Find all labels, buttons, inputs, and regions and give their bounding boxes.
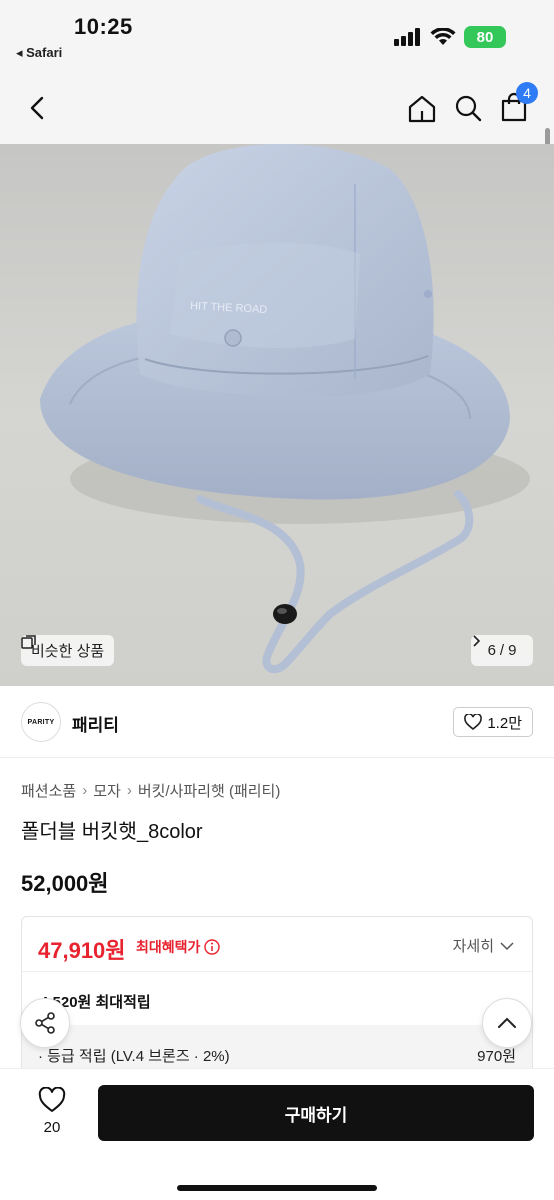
heart-icon (464, 714, 483, 730)
brand-like-button[interactable]: 1.2만 (453, 707, 533, 737)
current-image-number: 6 (487, 642, 496, 659)
max-benefit-text: 최대혜택가 (136, 939, 201, 955)
search-icon[interactable] (454, 94, 482, 122)
battery-icon: 80 (464, 26, 506, 48)
brand-like-count: 1.2만 (487, 714, 522, 732)
similar-products-label: 비슷한 상품 (31, 643, 105, 660)
wifi-icon (430, 28, 456, 45)
home-icon[interactable] (407, 94, 437, 124)
benefit-box: 47,910원 최대혜택가 자세히 4,520원 최대적립 · 등급 적립 (L… (21, 916, 533, 1076)
breadcrumb-item[interactable]: 버킷/사파리햇 (패리티) (138, 780, 281, 801)
heart-icon (38, 1087, 66, 1112)
breadcrumb: 패션소품 › 모자 › 버킷/사파리햇 (패리티) (21, 780, 280, 801)
divider (22, 971, 532, 972)
total-image-number: 9 (508, 642, 517, 659)
chevron-right-icon: › (82, 782, 88, 799)
buy-button[interactable]: 구매하기 (98, 1085, 534, 1141)
detail-label: 자세히 (452, 938, 494, 955)
breadcrumb-item[interactable]: 패션소품 (21, 780, 76, 801)
product-image-gallery[interactable]: HIT THE ROAD 비슷한 상품 6 / 9 (0, 144, 554, 686)
home-indicator (177, 1185, 377, 1191)
chevron-up-icon (498, 1017, 516, 1028)
brand-logo[interactable]: PARITY (21, 702, 61, 742)
max-benefit-label[interactable]: 최대혜택가 (136, 937, 221, 957)
back-arrow-icon[interactable] (24, 94, 52, 122)
chevron-down-icon (500, 941, 514, 950)
brand-row[interactable]: PARITY 패리티 1.2만 (0, 686, 554, 758)
back-to-safari-link[interactable]: ◂ Safari (16, 45, 62, 61)
benefit-detail-toggle[interactable]: 자세히 (453, 935, 514, 956)
cart-button[interactable]: 4 (500, 82, 538, 127)
brand-name[interactable]: 패리티 (72, 711, 119, 736)
sale-price: 47,910원 (38, 938, 126, 963)
grade-points-label: · 등급 적립 (LV.4 브론즈 · 2%) (38, 1048, 230, 1065)
share-icon (35, 1012, 55, 1034)
info-icon (204, 939, 221, 955)
scroll-to-top-button[interactable] (482, 998, 532, 1048)
status-time: 10:25 (74, 14, 133, 39)
image-page-counter[interactable]: 6 / 9 (471, 635, 533, 666)
similar-items-icon (21, 635, 36, 649)
chevron-right-icon: › (126, 782, 132, 799)
chevron-right-icon (473, 635, 481, 647)
product-price: 52,000원 (21, 871, 109, 896)
signal-icon (394, 28, 420, 46)
grade-points-value: 970원 (477, 1048, 516, 1065)
status-bar: 10:25 ◂ Safari 80 (0, 0, 554, 70)
wishlist-button[interactable]: 20 (30, 1087, 74, 1136)
share-button[interactable] (20, 998, 70, 1048)
status-icons: 80 (394, 26, 506, 48)
product-title: 폴더블 버킷햇_8color (21, 821, 203, 843)
bucket-hat-image: HIT THE ROAD (40, 144, 530, 674)
page-separator: / (499, 642, 505, 659)
wishlist-count: 20 (43, 1119, 61, 1136)
breadcrumb-item[interactable]: 모자 (93, 780, 121, 801)
top-nav-bar: 4 (0, 70, 554, 144)
bottom-action-bar: 20 구매하기 (0, 1068, 554, 1200)
cart-count-badge: 4 (516, 82, 538, 104)
similar-products-button[interactable]: 비슷한 상품 (21, 635, 115, 666)
